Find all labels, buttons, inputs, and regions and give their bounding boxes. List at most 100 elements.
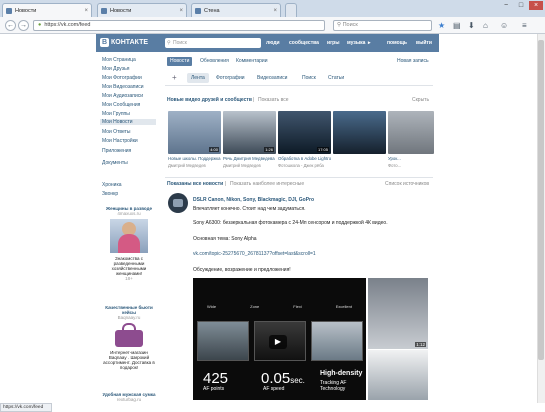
- filter-search[interactable]: Поиск: [302, 75, 316, 81]
- tab-close-icon[interactable]: ×: [273, 8, 277, 14]
- vk-header: В КОНТАКТЕ ⚲ Поиск люди сообщества игры …: [96, 34, 439, 52]
- video-title[interactable]: Обработка в Adobe Lightroom: по...: [278, 156, 331, 161]
- music-play-icon[interactable]: ▸: [368, 40, 371, 46]
- menu-groups[interactable]: Мои Группы: [102, 111, 130, 117]
- home-icon[interactable]: ⌂: [483, 21, 488, 30]
- filter-articles[interactable]: Статьи: [328, 75, 344, 81]
- separator: |: [253, 97, 255, 103]
- tab-updates[interactable]: Обновления: [197, 57, 232, 66]
- post-photo-thumb-1[interactable]: 1:12: [368, 278, 428, 349]
- show-interesting-link[interactable]: Показать наиболее интересные: [230, 181, 304, 187]
- browser-tab-wall[interactable]: Стена ×: [191, 3, 281, 17]
- play-icon[interactable]: ▶: [269, 335, 287, 349]
- new-tab-button[interactable]: [285, 3, 297, 17]
- menu-audio[interactable]: Мои Аудиозаписи: [102, 93, 143, 99]
- filter-photos[interactable]: Фотографии: [216, 75, 245, 81]
- video-author[interactable]: Фото...: [388, 163, 434, 168]
- video-title[interactable]: Урок...: [388, 156, 434, 161]
- post-topic-link[interactable]: vk.com/topic-25275670_26781137?offset=la…: [193, 251, 316, 257]
- tab-close-icon[interactable]: ×: [179, 8, 183, 14]
- post-line: Основная тема: Sony Alpha: [193, 236, 257, 242]
- video-thumb-1[interactable]: 4:00: [168, 111, 221, 154]
- back-arrow-icon[interactable]: ←: [5, 20, 16, 31]
- tab-comments[interactable]: Комментарии: [233, 57, 271, 66]
- post-video-player[interactable]: Wide Zone Flexi Excellent ▶ 425 AF point…: [193, 278, 366, 400]
- stat-value: 425: [203, 370, 229, 387]
- tab-news[interactable]: Новости: [167, 57, 193, 66]
- nav-logout[interactable]: выйти: [416, 40, 432, 46]
- show-all-videos-link[interactable]: Показать все: [258, 97, 289, 103]
- ad-text: Знакомства с разведенными хозяйственными…: [111, 256, 147, 276]
- filter-videos[interactable]: Видеозаписи: [257, 75, 287, 81]
- forward-arrow-icon[interactable]: →: [18, 20, 29, 31]
- video-thumb-3[interactable]: 17:05: [278, 111, 331, 154]
- nav-help[interactable]: помощь: [387, 40, 407, 46]
- menu-messages[interactable]: Мои Сообщения: [102, 102, 140, 108]
- download-icon[interactable]: ⬇: [468, 21, 475, 30]
- post-photo-thumb-2[interactable]: [368, 350, 428, 400]
- video-duration: 4:00: [209, 147, 219, 152]
- ad-source: rexturbag.ru: [116, 397, 142, 402]
- menu-apps[interactable]: Документы: [102, 160, 128, 166]
- minimize-icon[interactable]: −: [499, 1, 513, 10]
- tab-close-icon[interactable]: ×: [84, 8, 88, 14]
- hide-videos-link[interactable]: Скрыть: [412, 97, 429, 103]
- ad-image: [110, 219, 148, 253]
- stat-number: 0.05: [261, 370, 291, 387]
- browser-search-input[interactable]: ⚲ Поиск: [333, 20, 432, 31]
- ad-block-2[interactable]: Качественные бьюти кейсы Baqnaay.ru Инте…: [100, 305, 158, 370]
- video-author[interactable]: Дмитрий Медведев: [168, 163, 221, 168]
- browser-tab-news-2[interactable]: Новости ×: [97, 3, 187, 17]
- nav-people[interactable]: люди: [266, 40, 280, 46]
- account-icon[interactable]: ☺: [500, 21, 508, 30]
- maximize-icon[interactable]: □: [514, 1, 528, 10]
- stat-label: Tracking AF Technology: [320, 380, 347, 392]
- menu-chronicle[interactable]: Хроника: [102, 182, 122, 188]
- bookmarks-menu-icon[interactable]: ▤: [453, 21, 461, 30]
- bookmark-star-icon[interactable]: ★: [438, 21, 445, 30]
- vk-favicon-icon: [101, 7, 107, 14]
- menu-friends[interactable]: Мои Друзья: [102, 66, 129, 72]
- nav-music[interactable]: музыка: [347, 40, 365, 46]
- menu-photos[interactable]: Мои Фотографии: [102, 75, 142, 81]
- menu-calls[interactable]: Звонкр: [102, 191, 118, 197]
- menu-videos[interactable]: Мои Видеозаписи: [102, 84, 144, 90]
- post-author-avatar[interactable]: [168, 193, 188, 213]
- sources-list-link[interactable]: Список источников: [385, 181, 429, 187]
- ad-block-1[interactable]: Женщины в разводе 4maxuxs.ru Знакомства …: [100, 206, 158, 281]
- menu-bookmarks[interactable]: Мои Настройки: [102, 138, 138, 144]
- stat-label: AF points: [203, 386, 225, 392]
- menu-my-page[interactable]: Моя Страница: [102, 57, 136, 63]
- vk-logo[interactable]: В КОНТАКТЕ: [100, 38, 148, 47]
- filter-feed[interactable]: Лента: [187, 73, 209, 83]
- nav-games[interactable]: игры: [327, 40, 339, 46]
- add-filter-icon[interactable]: +: [172, 73, 177, 82]
- video-thumb-4[interactable]: [333, 111, 386, 154]
- vk-search-input[interactable]: ⚲ Поиск: [165, 38, 261, 48]
- vk-logo-text: КОНТАКТЕ: [111, 39, 149, 46]
- ad-block-3[interactable]: Удобная мужская сумка rexturbag.ru: [100, 392, 158, 402]
- close-window-icon[interactable]: ×: [529, 1, 543, 10]
- video-title[interactable]: Новые школы. Поддержка АПК...: [168, 156, 221, 161]
- address-bar[interactable]: ●https://vk.com/feed ↻: [33, 20, 357, 31]
- video-author[interactable]: Фотошкола - Джек рёба: [278, 163, 331, 168]
- post-author[interactable]: DSLR Canon, Nikon, Sony, Blackmagic, DJI…: [193, 197, 314, 203]
- vk-search-placeholder: Поиск: [173, 40, 187, 46]
- ad-title: Качественные бьюти кейсы: [105, 305, 153, 315]
- menu-answers[interactable]: Мои Ответы: [102, 129, 130, 135]
- menu-settings[interactable]: Приложения: [102, 148, 131, 154]
- news-header: Показаны все новости: [167, 181, 224, 187]
- browser-tab-news[interactable]: Новости ×: [2, 3, 92, 18]
- video-author[interactable]: Дмитрий Медведев: [223, 163, 276, 168]
- tab-label: Новости: [15, 8, 37, 14]
- video-title[interactable]: Речь Дмитрия Медведева в Мон...: [223, 156, 276, 161]
- menu-icon[interactable]: ≡: [522, 21, 527, 30]
- scrollbar-thumb[interactable]: [538, 40, 544, 360]
- menu-news[interactable]: Мои Новости: [100, 119, 156, 125]
- filter-bar: + Лента Фотографии Видеозаписи Поиск Ста…: [165, 70, 433, 86]
- nav-communities[interactable]: сообщества: [289, 40, 319, 46]
- video-thumb-5[interactable]: [388, 111, 434, 154]
- video-thumb-2[interactable]: 1:26: [223, 111, 276, 154]
- bag-image: [115, 323, 143, 347]
- new-post-link[interactable]: Новая запись: [394, 57, 432, 66]
